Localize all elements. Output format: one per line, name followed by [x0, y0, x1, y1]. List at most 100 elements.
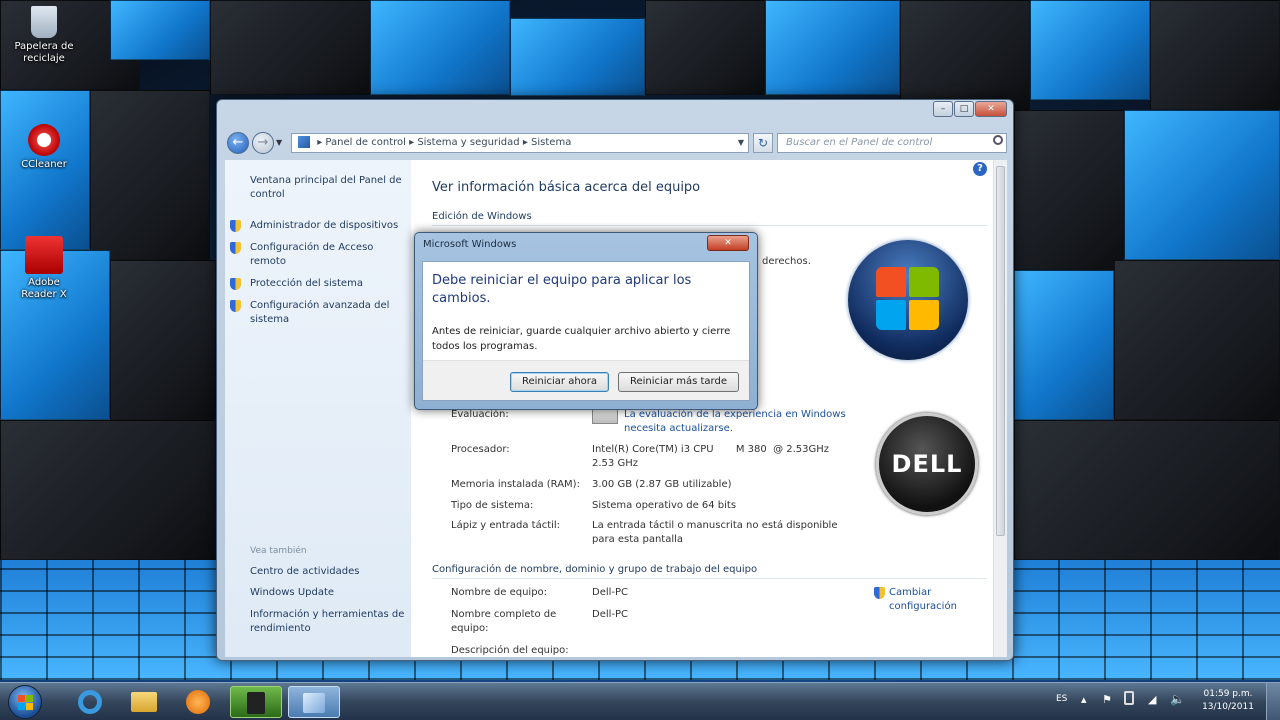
see-also-heading: Vea también — [250, 546, 307, 556]
address-bar[interactable]: ▸ Panel de control ▸ Sistema y seguridad… — [291, 133, 749, 153]
shield-icon — [874, 587, 885, 599]
wallpaper-cube — [1124, 110, 1280, 260]
clock-date: 13/10/2011 — [1202, 702, 1254, 712]
sidebar-link-advanced-settings[interactable]: Configuración avanzada del sistema — [250, 299, 400, 327]
processor-label: Procesador: — [451, 444, 510, 455]
sidebar-link-system-protection[interactable]: Protección del sistema — [250, 277, 408, 291]
change-settings-link[interactable]: Cambiar configuración — [889, 586, 979, 614]
full-computer-name-label: Nombre completo de equipo: — [451, 609, 557, 634]
desktop-icon-label: CCleaner — [21, 159, 67, 170]
desktop-icon-label: Adobe Reader X — [21, 277, 67, 300]
wallpaper-cube — [510, 18, 645, 96]
scrollbar-thumb[interactable] — [996, 166, 1005, 536]
rating-link[interactable]: La evaluación de la experiencia en Windo… — [624, 408, 854, 436]
oem-logo: DELL — [876, 413, 978, 515]
pen-touch-value: La entrada táctil o manuscrita no está d… — [592, 520, 838, 545]
wallpaper-cube — [765, 0, 900, 95]
computer-name-label: Nombre de equipo: — [451, 587, 548, 598]
desktop-icon-adobe-reader[interactable]: Adobe Reader X — [9, 236, 79, 301]
sidebar-link-remote-settings[interactable]: Configuración de Acceso remoto — [250, 241, 390, 269]
wallpaper-cube — [1014, 110, 1124, 270]
wallpaper-cube — [1114, 260, 1280, 420]
show-hidden-icons[interactable]: ▴ — [1081, 693, 1087, 706]
network-icon[interactable]: ◢ — [1148, 693, 1156, 706]
forward-button[interactable]: → — [252, 132, 274, 154]
action-center-flag-icon[interactable]: ⚑ — [1102, 693, 1112, 706]
wallpaper-cube — [110, 260, 216, 420]
breadcrumb-separator: ▸ — [317, 137, 323, 148]
navigation-bar: ← → ▼ ▸ Panel de control ▸ Sistema y seg… — [225, 130, 1007, 156]
windows-logo — [848, 240, 968, 360]
sidebar-link-windows-update[interactable]: Windows Update — [250, 586, 408, 600]
pen-touch-label: Lápiz y entrada táctil: — [451, 520, 561, 531]
desktop-icon-recycle-bin[interactable]: Papelera de reciclaje — [9, 6, 79, 65]
breadcrumb-sistema[interactable]: Sistema — [531, 137, 571, 148]
dialog-close-button[interactable]: ✕ — [707, 235, 749, 251]
show-desktop-button[interactable] — [1266, 683, 1280, 720]
full-computer-name-value: Dell-PC — [592, 609, 629, 620]
recent-pages-dropdown[interactable]: ▼ — [276, 138, 282, 147]
ccleaner-icon — [28, 124, 60, 156]
breadcrumb-panel-de-control[interactable]: Panel de control — [325, 137, 406, 148]
sidebar-link-device-manager[interactable]: Administrador de dispositivos — [250, 219, 408, 233]
media-player-icon — [186, 690, 210, 714]
windows-logo-red — [876, 267, 906, 297]
dialog-message: Antes de reiniciar, guarde cualquier arc… — [432, 326, 731, 352]
rating-label: Evaluación: — [451, 409, 509, 420]
taskbar-media-player[interactable] — [172, 686, 224, 718]
system-type-label: Tipo de sistema: — [451, 500, 534, 511]
desktop-icon-label: Papelera de reciclaje — [14, 41, 74, 64]
section-divider — [432, 225, 987, 226]
shield-icon — [230, 242, 241, 254]
help-button[interactable]: ? — [973, 162, 987, 176]
breadcrumb-sistema-y-seguridad[interactable]: Sistema y seguridad — [417, 137, 519, 148]
address-dropdown-icon[interactable]: ▼ — [738, 134, 744, 152]
taskbar-camtasia[interactable] — [230, 686, 282, 718]
power-icon[interactable] — [1124, 691, 1134, 705]
minimize-button[interactable]: – — [933, 101, 953, 117]
wallpaper-cube — [210, 0, 370, 95]
vertical-scrollbar[interactable] — [993, 160, 1007, 657]
restart-later-button[interactable]: Reiniciar más tarde — [618, 372, 739, 392]
wallpaper-cube — [110, 0, 210, 60]
control-panel-icon — [298, 136, 310, 148]
sidebar-link-performance[interactable]: Información y herramientas de rendimient… — [250, 608, 408, 636]
clock-time: 01:59 p.m. — [1203, 689, 1253, 699]
control-panel-icon — [303, 693, 325, 713]
internet-explorer-icon — [78, 690, 102, 714]
search-icon[interactable] — [993, 135, 1003, 145]
task-sidebar: Ventana principal del Panel de control A… — [225, 160, 411, 657]
breadcrumb-separator: ▸ — [522, 137, 528, 148]
search-input[interactable]: Buscar en el Panel de control — [777, 133, 1007, 153]
start-button[interactable] — [8, 685, 42, 719]
taskbar-internet-explorer[interactable] — [64, 686, 116, 718]
windows-logo-green — [909, 267, 939, 297]
maximize-button[interactable]: □ — [954, 101, 974, 117]
restart-now-button[interactable]: Reiniciar ahora — [510, 372, 609, 392]
folder-icon — [131, 692, 157, 712]
taskbar-control-panel[interactable] — [288, 686, 340, 718]
back-button[interactable]: ← — [227, 132, 249, 154]
taskbar-explorer[interactable] — [118, 686, 170, 718]
sidebar-link-home[interactable]: Ventana principal del Panel de control — [250, 174, 408, 202]
sidebar-link-action-center[interactable]: Centro de actividades — [250, 565, 408, 579]
refresh-button[interactable]: ↻ — [753, 133, 773, 153]
copyright-text-fragment: derechos. — [762, 256, 811, 267]
dialog-button-area: Reiniciar ahora Reiniciar más tarde — [423, 360, 749, 400]
wallpaper-cube — [0, 420, 216, 560]
rating-icon — [592, 408, 618, 424]
volume-icon[interactable]: 🔈 — [1170, 692, 1185, 706]
wallpaper-cube — [1150, 0, 1280, 110]
start-logo-yellow — [26, 703, 33, 710]
language-indicator[interactable]: ES — [1056, 694, 1067, 704]
wallpaper-cube — [370, 0, 510, 95]
clock[interactable]: 01:59 p.m. 13/10/2011 — [1198, 688, 1258, 714]
processor-value: Intel(R) Core(TM) i3 CPU M 380 @ 2.53GHz… — [592, 444, 839, 469]
wallpaper-cube — [1014, 270, 1114, 420]
desktop-icon-ccleaner[interactable]: CCleaner — [9, 124, 79, 171]
taskbar: ES ▴ ⚑ ◢ 🔈 01:59 p.m. 13/10/2011 — [0, 682, 1280, 720]
start-logo-green — [26, 695, 33, 702]
windows-logo-blue — [876, 300, 906, 330]
close-button[interactable]: ✕ — [975, 101, 1007, 117]
wallpaper-cube — [900, 0, 1030, 110]
